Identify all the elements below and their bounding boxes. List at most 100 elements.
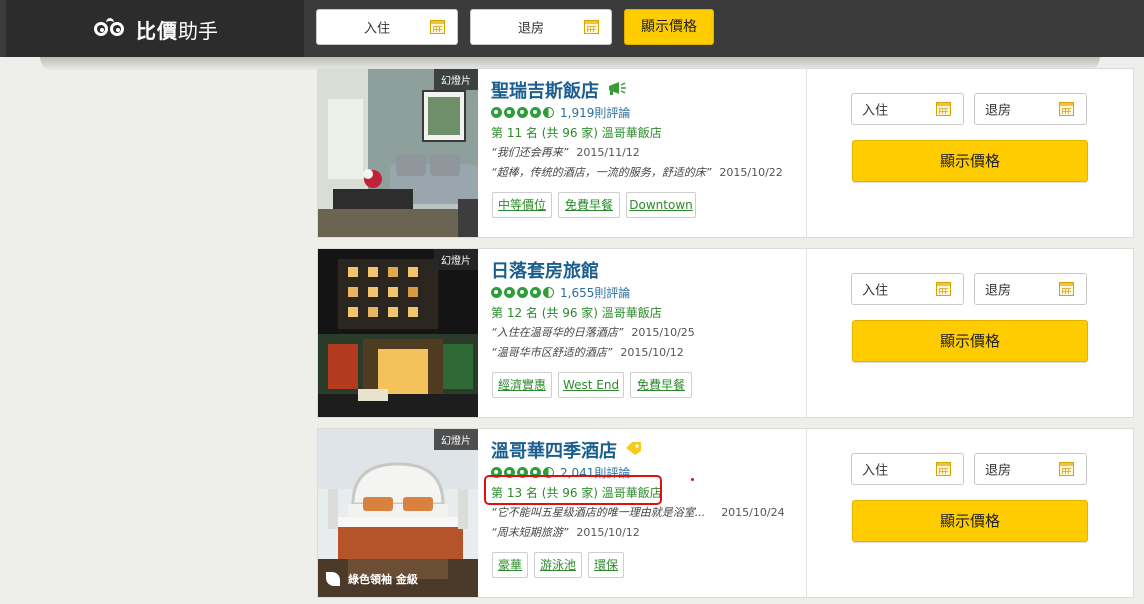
highlight-box: [484, 475, 662, 505]
slideshow-badge[interactable]: 幻燈片: [434, 249, 478, 270]
hotel-name[interactable]: 日落套房旅館: [491, 257, 599, 283]
price-tag-icon: [625, 440, 643, 461]
hotel-name-text[interactable]: 溫哥華四季酒店: [491, 437, 617, 463]
card-divider: [806, 249, 807, 417]
review-quote[interactable]: “我们还会再来” 2015/11/12: [491, 144, 640, 160]
logo[interactable]: 比價 助手: [92, 14, 218, 44]
show-price-button[interactable]: 顯示價格: [852, 320, 1088, 362]
quote-date: 2015/10/25: [631, 326, 695, 339]
tag-downtown[interactable]: Downtown: [626, 192, 696, 218]
green-leader-label: 綠色領袖 金級: [348, 573, 418, 586]
rating-bubble-icon: [530, 287, 541, 298]
quote-text[interactable]: “周末短期旅游”: [491, 526, 568, 539]
checkout-label: 退房: [985, 463, 1012, 479]
rating-bubble-icon: [517, 287, 528, 298]
review-count-link[interactable]: 1,919則評論: [560, 104, 630, 121]
hotel-photo[interactable]: 幻燈片: [318, 69, 478, 237]
hotel-card: 幻燈片 綠色領袖 金級 溫哥華四季酒店 2,041則評論 第 13 名 (共 9…: [317, 428, 1134, 598]
review-quote[interactable]: “它不能叫五星级酒店的唯一理由就是浴室... 2015/10/24: [491, 504, 785, 520]
tag-mid-price[interactable]: 中等價位: [492, 192, 552, 218]
calendar-icon: [584, 20, 599, 34]
hotel-photo[interactable]: 幻燈片: [318, 249, 478, 417]
checkin-label: 入住: [862, 103, 889, 119]
hotel-photo[interactable]: 幻燈片 綠色領袖 金級: [318, 429, 478, 597]
tag-free-breakfast[interactable]: 免費早餐: [558, 192, 620, 218]
rating-row[interactable]: 1,655則評論: [491, 284, 630, 301]
checkin-label: 入住: [862, 463, 889, 479]
show-price-button[interactable]: 顯示價格: [852, 140, 1088, 182]
rating-half-bubble-icon: [543, 287, 554, 298]
megaphone-icon: [607, 80, 627, 101]
checkout-field[interactable]: 退房: [974, 93, 1087, 125]
calendar-icon: [430, 20, 445, 34]
rating-bubble-icon: [504, 107, 515, 118]
checkout-label: 退房: [518, 21, 545, 37]
logo-text-bold: 比價: [136, 18, 178, 43]
slideshow-badge[interactable]: 幻燈片: [434, 429, 478, 450]
calendar-icon: [1059, 102, 1074, 116]
slideshow-badge[interactable]: 幻燈片: [434, 69, 478, 90]
header-checkout-field[interactable]: 退房: [470, 9, 612, 45]
review-quote[interactable]: “周末短期旅游” 2015/10/12: [491, 524, 640, 540]
quote-text[interactable]: “入住在温哥华的日落酒店”: [491, 326, 623, 339]
calendar-icon: [1059, 462, 1074, 476]
rating-bubble-icon: [530, 107, 541, 118]
quote-date: 2015/10/12: [620, 346, 684, 359]
logo-text: 助手: [178, 18, 218, 43]
quote-text[interactable]: “我们还会再来”: [491, 146, 568, 159]
hotel-rank: 第 12 名 (共 96 家) 溫哥華飯店: [491, 306, 662, 320]
calendar-icon: [936, 462, 951, 476]
header-show-price-button[interactable]: 顯示價格: [624, 9, 714, 45]
checkout-label: 退房: [985, 283, 1012, 299]
quote-date: 2015/10/22: [719, 166, 783, 179]
tag-budget[interactable]: 經濟實惠: [492, 372, 552, 398]
tag-west-end[interactable]: West End: [558, 372, 624, 398]
rating-bubble-icon: [491, 107, 502, 118]
quote-text[interactable]: “温哥华市区舒适的酒店”: [491, 346, 612, 359]
quote-date: 2015/10/12: [576, 526, 640, 539]
calendar-icon: [936, 282, 951, 296]
rating-bubble-icon: [491, 287, 502, 298]
tag-pool[interactable]: 游泳池: [534, 552, 582, 578]
tag-luxury[interactable]: 豪華: [492, 552, 528, 578]
review-quote[interactable]: “入住在温哥华的日落酒店” 2015/10/25: [491, 324, 695, 340]
annotation-dot: [691, 478, 694, 481]
checkin-label: 入住: [862, 283, 889, 299]
rating-half-bubble-icon: [543, 107, 554, 118]
review-count-link[interactable]: 1,655則評論: [560, 284, 630, 301]
rating-bubble-icon: [517, 107, 528, 118]
top-bar: 比價 助手 入住 退房 顯示價格: [0, 0, 1144, 57]
hotel-name[interactable]: 溫哥華四季酒店: [491, 437, 643, 463]
review-quote[interactable]: “超棒，传统的酒店，一流的服务，舒适的床” 2015/10/22: [491, 164, 783, 180]
hotel-card: 幻燈片 聖瑞吉斯飯店 1,919則評論 第 11 名 (共 96 家) 溫哥華飯…: [317, 68, 1134, 238]
rating-bubble-icon: [504, 287, 515, 298]
owl-logo-icon: [92, 18, 130, 40]
checkout-label: 退房: [985, 103, 1012, 119]
hotel-rank: 第 11 名 (共 96 家) 溫哥華飯店: [491, 126, 662, 140]
header-checkin-field[interactable]: 入住: [316, 9, 458, 45]
checkout-field[interactable]: 退房: [974, 273, 1087, 305]
quote-date: 2015/11/12: [576, 146, 640, 159]
checkin-label: 入住: [364, 21, 391, 37]
quote-text[interactable]: “它不能叫五星级酒店的唯一理由就是浴室...: [491, 506, 705, 519]
hotel-name-text[interactable]: 日落套房旅館: [491, 257, 599, 283]
card-divider: [806, 429, 807, 597]
tag-eco[interactable]: 環保: [588, 552, 624, 578]
checkout-field[interactable]: 退房: [974, 453, 1087, 485]
review-quote[interactable]: “温哥华市区舒适的酒店” 2015/10/12: [491, 344, 684, 360]
hotel-name-text[interactable]: 聖瑞吉斯飯店: [491, 77, 599, 103]
calendar-icon: [1059, 282, 1074, 296]
show-price-button[interactable]: 顯示價格: [852, 500, 1088, 542]
rating-row[interactable]: 1,919則評論: [491, 104, 630, 121]
checkin-field[interactable]: 入住: [851, 273, 964, 305]
tag-free-breakfast[interactable]: 免費早餐: [630, 372, 692, 398]
card-divider: [806, 69, 807, 237]
quote-text[interactable]: “超棒，传统的酒店，一流的服务，舒适的床”: [491, 166, 711, 179]
calendar-icon: [936, 102, 951, 116]
hotel-card: 幻燈片 日落套房旅館 1,655則評論 第 12 名 (共 96 家) 溫哥華飯…: [317, 248, 1134, 418]
hotel-name[interactable]: 聖瑞吉斯飯店: [491, 77, 627, 103]
green-leader-badge[interactable]: 綠色領袖 金級: [326, 571, 418, 587]
quote-date: 2015/10/24: [721, 506, 785, 519]
checkin-field[interactable]: 入住: [851, 453, 964, 485]
checkin-field[interactable]: 入住: [851, 93, 964, 125]
